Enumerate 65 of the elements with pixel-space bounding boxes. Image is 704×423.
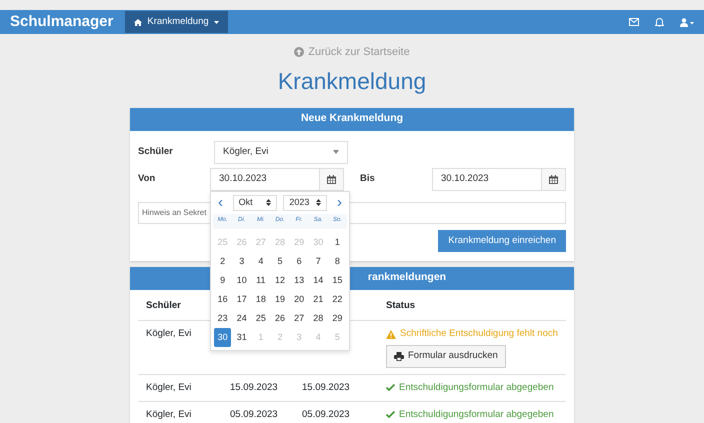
print-form-button[interactable]: Formular ausdrucken [386, 345, 506, 368]
calendar-day[interactable]: 11 [252, 270, 270, 290]
table-cell: 15.09.2023 [294, 374, 378, 402]
field-label: Von [138, 172, 156, 186]
calendar-day[interactable]: 18 [252, 290, 270, 309]
warning-icon [386, 330, 396, 339]
calendar-day[interactable]: 27 [290, 308, 308, 328]
field-label: Bis [360, 172, 376, 186]
calendar-day[interactable]: 13 [290, 270, 308, 290]
year-select[interactable]: 2023 [283, 194, 328, 211]
calendar-day[interactable]: 1 [328, 232, 346, 252]
column-header: Status [378, 290, 566, 321]
table-cell: 05.09.2023 [294, 401, 378, 423]
mail-icon[interactable] [629, 18, 639, 26]
calendar-day[interactable]: 26 [271, 308, 289, 328]
calendar-day[interactable]: 16 [214, 290, 232, 309]
status-text: Entschuldigungsformular abgegeben [386, 408, 558, 422]
status-text: Entschuldigungsformular abgegeben [386, 380, 558, 395]
back-arrow-icon [294, 47, 304, 58]
calendar-day[interactable]: 28 [310, 308, 327, 328]
table-cell: 15.09.2023 [222, 374, 294, 402]
table-cell: 05.09.2023 [222, 401, 294, 423]
nav-dropdown[interactable]: Krankmeldung [125, 11, 228, 33]
field-label: Schüler [138, 145, 174, 160]
calendar-icon [327, 174, 336, 184]
card-header: Neue Krankmeldung [130, 108, 574, 131]
spinner-arrows-icon [316, 199, 322, 206]
calendar-day[interactable]: 23 [214, 308, 232, 328]
calendar-day[interactable]: 10 [233, 270, 250, 290]
calendar-button[interactable] [320, 168, 344, 191]
caret-icon [214, 20, 219, 24]
calendar-day[interactable]: 21 [310, 290, 327, 309]
page-title: Krankmeldung [276, 68, 428, 96]
calendar-icon [549, 174, 558, 184]
month-select[interactable]: Okt [232, 194, 277, 211]
calendar-day[interactable]: 14 [310, 270, 327, 290]
date-input[interactable]: 30.10.2023 [210, 168, 320, 191]
home-icon [134, 18, 142, 26]
calendar-day[interactable]: 29 [328, 308, 346, 328]
calendar-button[interactable] [542, 168, 566, 191]
status-text: Schriftliche Entschuldigung fehlt noch [386, 327, 558, 342]
calendar-day[interactable]: 25 [252, 308, 270, 328]
student-select[interactable]: Kögler, Evi [214, 140, 348, 164]
calendar-day[interactable]: 15 [328, 270, 346, 290]
user-menu-icon[interactable] [680, 18, 694, 26]
submit-button[interactable]: Krankmeldung einreichen [438, 230, 566, 252]
calendar-day[interactable]: 9 [214, 270, 232, 290]
calendar-day[interactable]: 19 [271, 290, 289, 309]
check-icon [386, 411, 395, 418]
table-cell: Kögler, Evi [138, 374, 222, 402]
check-icon [386, 384, 395, 392]
table-cell: Kögler, Evi [138, 401, 222, 423]
brand-logo[interactable]: Schulmanager [10, 10, 114, 34]
calendar-day[interactable]: 12 [271, 270, 289, 290]
notification-bell-icon[interactable] [655, 17, 664, 27]
date-input[interactable]: 30.10.2023 [432, 168, 542, 191]
calendar-day[interactable]: 22 [328, 290, 346, 309]
calendar-day[interactable]: 31 [233, 328, 250, 347]
calendar-day[interactable]: 17 [233, 290, 250, 309]
spinner-arrows-icon [266, 199, 271, 206]
calendar-day[interactable]: 30 [214, 328, 232, 347]
dropdown-caret-icon [333, 150, 339, 154]
calendar-day[interactable]: 24 [233, 308, 250, 328]
printer-icon [394, 352, 404, 361]
calendar-day[interactable]: 20 [290, 290, 308, 309]
